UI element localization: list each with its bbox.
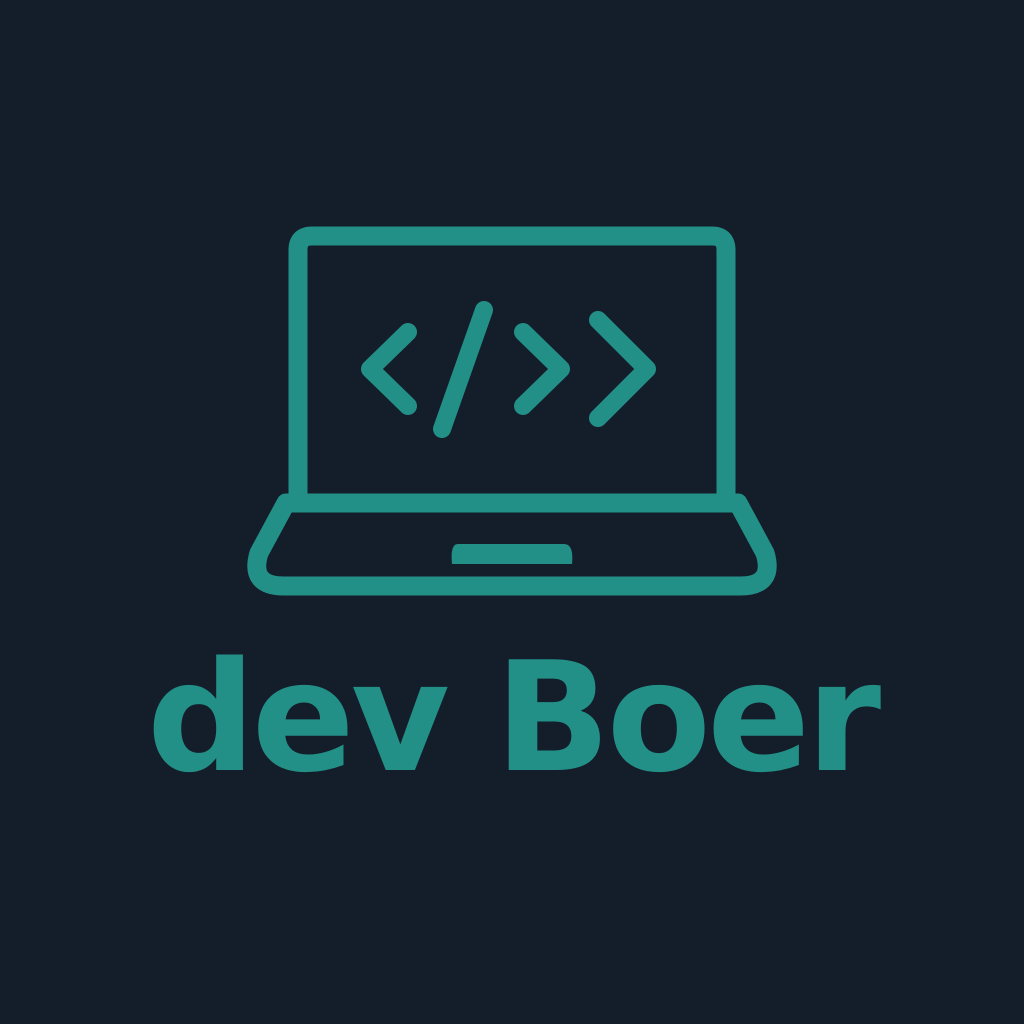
chevron-right-icon	[514, 323, 570, 415]
laptop-screen	[247, 226, 777, 596]
laptop-code-icon	[247, 226, 777, 596]
brand-name: dev Boer	[146, 629, 881, 806]
code-brackets-icon	[361, 301, 656, 438]
slash-icon	[433, 301, 493, 438]
logo-canvas: dev Boer	[0, 0, 1024, 1024]
trackpad-bar	[451, 544, 573, 564]
chevron-left-icon	[361, 323, 417, 415]
chevron-right-icon	[589, 311, 656, 427]
